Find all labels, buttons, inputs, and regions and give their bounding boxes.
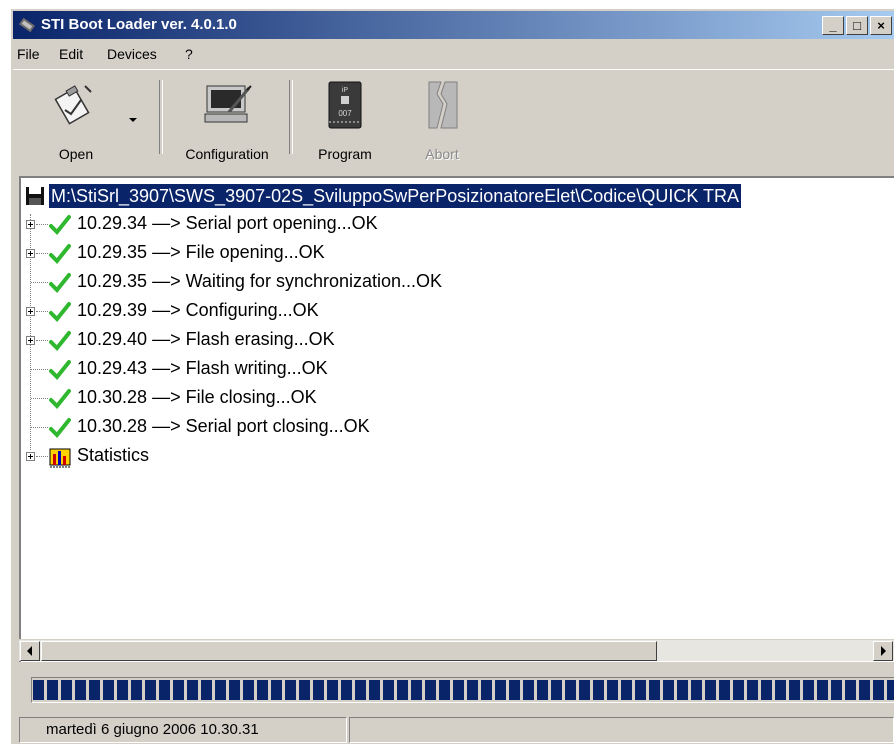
green-check-icon xyxy=(49,273,71,293)
menu-file[interactable]: File xyxy=(17,46,40,62)
scroll-left-button[interactable] xyxy=(20,641,40,661)
abort-icon xyxy=(428,81,458,129)
configuration-icon xyxy=(204,85,252,123)
dropdown-arrow-icon xyxy=(129,118,137,122)
maximize-button[interactable]: □ xyxy=(846,16,868,35)
statistics-label: Statistics xyxy=(77,445,150,465)
program-button[interactable]: iP 007 Program xyxy=(299,78,391,164)
tree-item-label: 10.29.35 —> File opening...OK xyxy=(77,242,325,262)
toolbar: Open Configuration iP 007 Program Abort xyxy=(13,69,894,166)
expand-icon[interactable] xyxy=(26,336,35,345)
tree-connector xyxy=(31,369,48,370)
tree-item-label: 10.30.28 —> Serial port closing...OK xyxy=(77,416,370,436)
chip-icon: iP 007 xyxy=(328,81,362,129)
chip-text-bottom: 007 xyxy=(338,109,352,118)
expand-icon[interactable] xyxy=(26,220,35,229)
menu-devices[interactable]: Devices xyxy=(107,46,157,62)
tree-connector xyxy=(36,224,48,225)
tree-connector xyxy=(36,311,48,312)
open-dropdown-button[interactable] xyxy=(121,78,147,164)
open-icon xyxy=(54,85,92,125)
expand-icon[interactable] xyxy=(26,307,35,316)
green-check-icon xyxy=(49,215,71,235)
progress-bar xyxy=(31,677,894,703)
tree-connector xyxy=(31,398,48,399)
statistics-icon xyxy=(49,448,71,468)
close-button[interactable]: × xyxy=(870,16,892,35)
tree-item-label: 10.29.40 —> Flash erasing...OK xyxy=(77,329,335,349)
tree-connector xyxy=(36,253,48,254)
tree-connector xyxy=(36,340,48,341)
green-check-icon xyxy=(49,418,71,438)
minimize-button[interactable]: _ xyxy=(822,16,844,35)
expand-icon[interactable] xyxy=(26,452,35,461)
toolbar-separator xyxy=(159,80,163,154)
tree-item-label: 10.29.39 —> Configuring...OK xyxy=(77,300,319,320)
tree-root-row[interactable]: M:\StiSrl_3907\SWS_3907-02S_SviluppoSwPe… xyxy=(25,184,894,210)
status-datetime: martedì 6 giugno 2006 10.30.31 xyxy=(19,717,347,743)
menu-bar: File Edit Devices ? xyxy=(13,43,894,65)
green-check-icon xyxy=(49,244,71,264)
tree-item-label: 10.29.35 —> Waiting for synchronization.… xyxy=(77,271,443,291)
status-panel-empty xyxy=(349,717,894,743)
scroll-right-button[interactable] xyxy=(873,641,893,661)
program-label: Program xyxy=(318,146,372,162)
tree-connector xyxy=(36,456,48,457)
app-icon xyxy=(18,17,36,33)
green-check-icon xyxy=(49,302,71,322)
scroll-thumb[interactable] xyxy=(41,641,657,661)
main-window: STI Boot Loader ver. 4.0.1.0 _ □ × File … xyxy=(10,8,894,744)
menu-edit[interactable]: Edit xyxy=(59,46,83,62)
tree-connector xyxy=(31,427,48,428)
green-check-icon xyxy=(49,331,71,351)
tree-connector xyxy=(31,282,48,283)
log-tree[interactable]: M:\StiSrl_3907\SWS_3907-02S_SviluppoSwPe… xyxy=(19,176,894,662)
abort-button[interactable]: Abort xyxy=(399,78,485,164)
arrow-left-icon xyxy=(27,646,32,656)
status-bar: martedì 6 giugno 2006 10.30.31 xyxy=(13,715,894,744)
horizontal-scrollbar[interactable] xyxy=(19,639,894,661)
title-bar[interactable]: STI Boot Loader ver. 4.0.1.0 _ □ × xyxy=(13,11,894,39)
tree-root-path: M:\StiSrl_3907\SWS_3907-02S_SviluppoSwPe… xyxy=(49,184,741,208)
arrow-right-icon xyxy=(881,646,886,656)
green-check-icon xyxy=(49,360,71,380)
expand-icon[interactable] xyxy=(26,249,35,258)
abort-label: Abort xyxy=(425,146,459,162)
floppy-disk-icon xyxy=(26,187,44,205)
progress-fill xyxy=(33,680,894,700)
tree-item-label: 10.29.43 —> Flash writing...OK xyxy=(77,358,328,378)
configuration-label: Configuration xyxy=(185,146,269,162)
tree-item-label: 10.30.28 —> File closing...OK xyxy=(77,387,317,407)
open-label: Open xyxy=(58,146,94,162)
tree-item-label: 10.29.34 —> Serial port opening...OK xyxy=(77,213,378,233)
menu-help[interactable]: ? xyxy=(185,46,193,62)
configuration-button[interactable]: Configuration xyxy=(169,78,285,164)
open-button[interactable]: Open xyxy=(33,78,119,164)
green-check-icon xyxy=(49,389,71,409)
toolbar-separator xyxy=(289,80,293,154)
window-title: STI Boot Loader ver. 4.0.1.0 xyxy=(41,16,237,33)
chip-text-top: iP xyxy=(342,87,349,94)
